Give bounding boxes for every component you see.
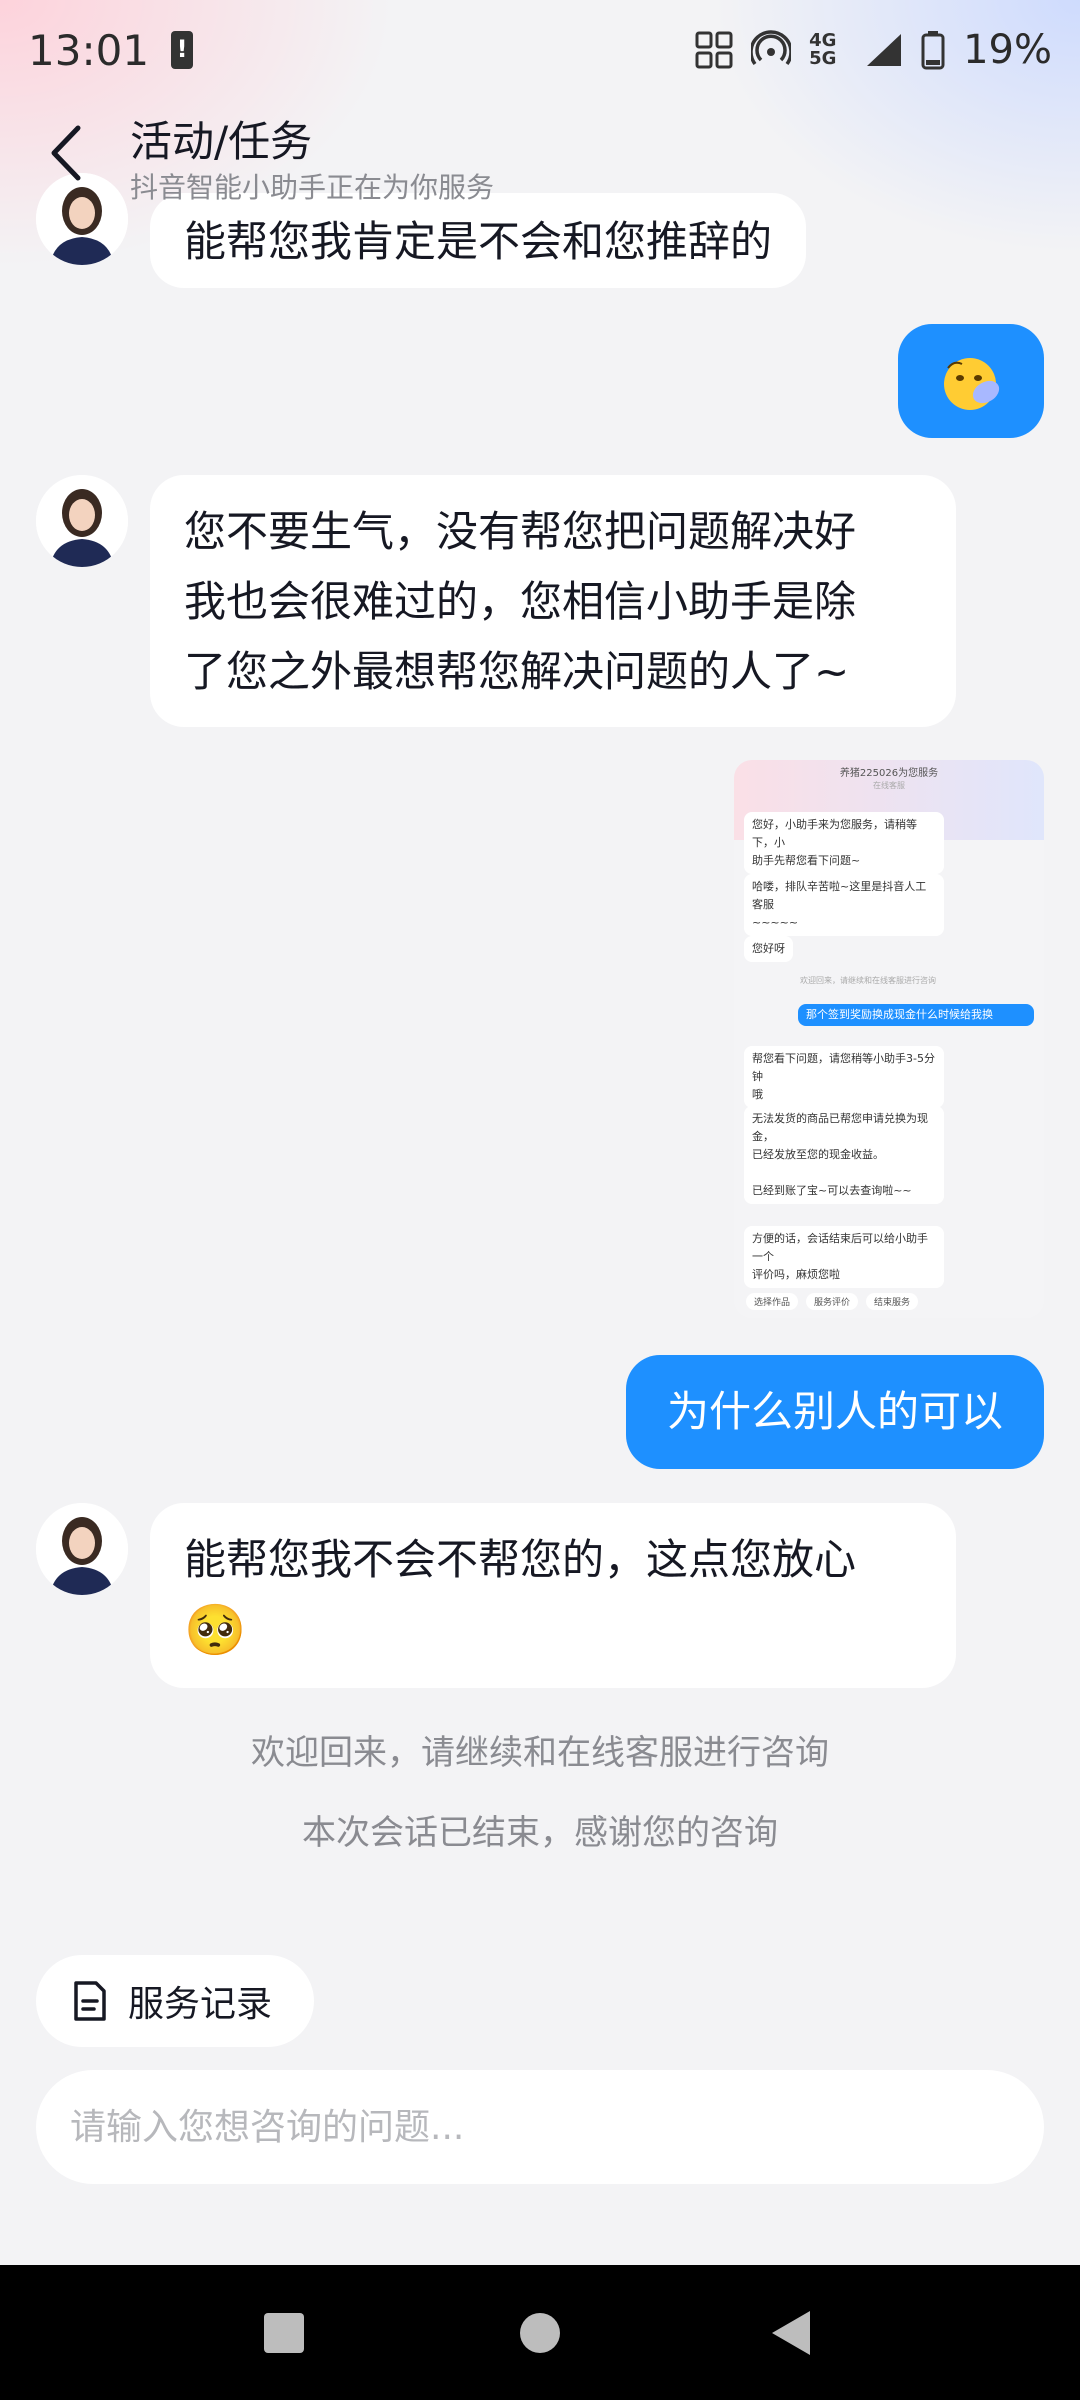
battery-icon	[921, 31, 945, 70]
status-right-group: 4G 5G 19%	[695, 27, 1052, 73]
screenshot-bubble: 哈喽，排队辛苦啦~这里是抖音人工客服 ~~~~~	[744, 874, 944, 936]
message-bubble: 能帮您我不会不帮您的，这点您放心 🥺	[150, 1503, 956, 1688]
session-ended-notice: 本次会话已结束，感谢您的咨询	[302, 1813, 778, 1853]
header: 活动/任务 抖音智能小助手正在为你服务	[0, 100, 1080, 210]
service-record-button[interactable]: 服务记录	[36, 1955, 314, 2047]
message-text-line: 您不要生气，没有帮您把问题解决好	[184, 507, 857, 556]
page-subtitle: 抖音智能小助手正在为你服务	[130, 171, 495, 204]
message-bubble: 您不要生气，没有帮您把问题解决好 我也会很难过的，您相信小助手是除 了您之外最想…	[150, 475, 956, 727]
message-text: 能帮您我肯定是不会和您推辞的	[184, 217, 773, 266]
emoji-icon: 🥺	[184, 1601, 247, 1659]
screenshot-bubble: 帮您看下问题，请您稍等小助手3-5分钟 哦	[744, 1046, 944, 1108]
service-record-label: 服务记录	[128, 1984, 273, 2025]
screenshot-bubble: 方便的话，会话结束后可以给小助手一个 评价吗，麻烦您啦	[744, 1226, 944, 1288]
status-time: 13:01	[28, 25, 150, 75]
battery-alert-icon	[171, 31, 194, 69]
screenshot-chip: 结束服务	[866, 1292, 919, 1310]
message-text: 为什么别人的可以	[666, 1387, 1003, 1436]
screenshot-bubble: 您好呀	[744, 936, 793, 962]
welcome-back-notice: 欢迎回来，请继续和在线客服进行咨询	[251, 1733, 829, 1773]
message-text-line: 能帮您我不会不帮您的，这点您放心	[184, 1535, 857, 1584]
document-icon	[74, 1981, 106, 2021]
assistant-avatar-icon	[36, 475, 128, 567]
crying-emoji-sticker-icon	[944, 358, 1000, 410]
status-bar: 13:01 4G 5G 19%	[0, 0, 1080, 100]
screenshot-bubble: 无法发货的商品已帮您申请兑换为现金， 已经发放至您的现金收益。 已经到账了宝~可…	[744, 1106, 944, 1204]
screenshot-chip: 服务评价	[806, 1292, 859, 1310]
screenshot-title: 养猪225026为您服务	[839, 768, 939, 779]
message-input[interactable]	[36, 2070, 1044, 2184]
system-navigation-bar	[0, 2265, 1080, 2400]
network-label: 4G 5G	[809, 30, 837, 69]
assistant-avatar	[36, 475, 128, 567]
signal-icon	[867, 34, 902, 66]
screenshot-bottom-bar: 选择作品 服务评价 结束服务	[734, 1284, 1044, 1318]
assistant-avatar-icon	[36, 1503, 128, 1595]
screenshot-chip: 选择作品	[746, 1292, 799, 1310]
screenshot-subtitle: 在线客服	[873, 781, 905, 790]
screenshot-bubble: 您好，小助手来为您服务，请稍等下，小 助手先帮您看下问题~	[744, 812, 944, 874]
user-message-bubble: 为什么别人的可以	[626, 1355, 1044, 1469]
message-text-line: 了您之外最想帮您解决问题的人了~	[184, 647, 850, 696]
hd-icon	[695, 31, 733, 69]
screenshot-user-bubble: 那个签到奖励换成现金什么时候给我换	[798, 1004, 1034, 1026]
back-arrow-icon	[51, 125, 81, 181]
back-triangle-icon[interactable]	[772, 2311, 810, 2355]
message-text-line: 我也会很难过的，您相信小助手是除	[184, 577, 857, 626]
recents-square-icon[interactable]	[264, 2313, 304, 2353]
message-input-container[interactable]	[36, 2070, 1044, 2184]
page-title: 活动/任务	[130, 117, 313, 166]
hotspot-icon	[751, 30, 792, 66]
assistant-avatar	[36, 1503, 128, 1595]
chat-area[interactable]: 能帮您我肯定是不会和您推辞的 您不要生气，没有帮您把问题解决好 我也会很难过的，…	[0, 0, 1080, 2265]
battery-percent: 19%	[963, 27, 1052, 73]
screenshot-system-text: 欢迎回来，请继续和在线客服进行咨询	[800, 976, 936, 985]
back-button[interactable]	[40, 118, 96, 188]
user-screenshot-image[interactable]: 养猪225026为您服务 在线客服 您好，小助手来为您服务，请稍等下，小 助手先…	[734, 760, 1044, 1318]
user-sticker-bubble[interactable]	[898, 324, 1044, 438]
home-circle-icon[interactable]	[520, 2313, 560, 2353]
